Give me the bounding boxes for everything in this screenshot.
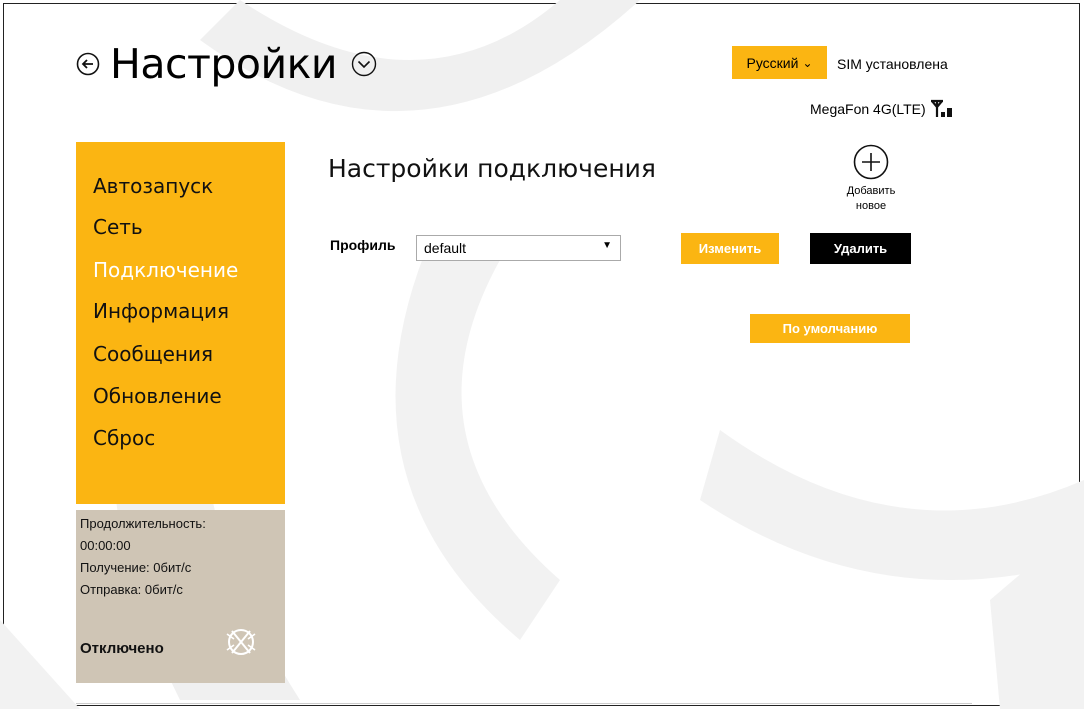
sidebar-item-connection[interactable]: Подключение xyxy=(93,258,238,282)
set-default-button[interactable]: По умолчанию xyxy=(750,314,910,343)
profile-value: default xyxy=(424,240,467,256)
profile-select[interactable]: default ▼ xyxy=(416,235,621,261)
chevron-down-icon: ⌄ xyxy=(802,55,813,70)
signal-icon xyxy=(930,99,952,117)
network-status: MegaFon 4G(LTE) xyxy=(810,99,954,119)
network-name: MegaFon 4G(LTE) xyxy=(810,101,926,117)
section-title: Настройки подключения xyxy=(328,154,656,183)
connection-status-panel: Продолжительность: 00:00:00 Получение: 0… xyxy=(76,510,285,683)
sidebar-item-update[interactable]: Обновление xyxy=(93,384,222,408)
send-rate: Отправка: 0бит/с xyxy=(80,582,183,597)
dropdown-arrow-icon: ▼ xyxy=(602,240,612,251)
duration-value: 00:00:00 xyxy=(80,538,131,553)
connection-state: Отключено xyxy=(80,640,164,657)
add-circle-icon xyxy=(853,144,889,180)
disconnect-icon[interactable] xyxy=(224,625,258,659)
delete-button[interactable]: Удалить xyxy=(810,233,911,264)
page-header: Настройки xyxy=(76,40,377,88)
chevron-down-icon[interactable] xyxy=(351,51,377,77)
profile-label: Профиль xyxy=(330,237,396,253)
page-title: Настройки xyxy=(110,40,338,88)
sidebar-item-reset[interactable]: Сброс xyxy=(93,426,155,450)
language-select[interactable]: Русский ⌄ xyxy=(732,46,827,79)
sim-status: SIM установлена xyxy=(837,56,948,72)
language-label: Русский xyxy=(746,54,799,71)
duration-label: Продолжительность: xyxy=(80,516,206,531)
back-arrow-icon[interactable] xyxy=(76,52,100,76)
add-new-profile-button[interactable]: Добавить новое xyxy=(832,144,910,214)
sidebar: Автозапуск Сеть Подключение Информация С… xyxy=(76,142,285,504)
divider xyxy=(76,703,972,704)
add-new-label-2: новое xyxy=(855,200,887,212)
sidebar-item-network[interactable]: Сеть xyxy=(93,215,143,239)
edit-button[interactable]: Изменить xyxy=(681,233,779,264)
add-new-label-1: Добавить xyxy=(846,185,896,197)
sidebar-item-messages[interactable]: Сообщения xyxy=(93,342,213,366)
sidebar-item-information[interactable]: Информация xyxy=(93,299,229,323)
receive-rate: Получение: 0бит/с xyxy=(80,560,192,575)
sidebar-item-autostart[interactable]: Автозапуск xyxy=(93,174,213,198)
